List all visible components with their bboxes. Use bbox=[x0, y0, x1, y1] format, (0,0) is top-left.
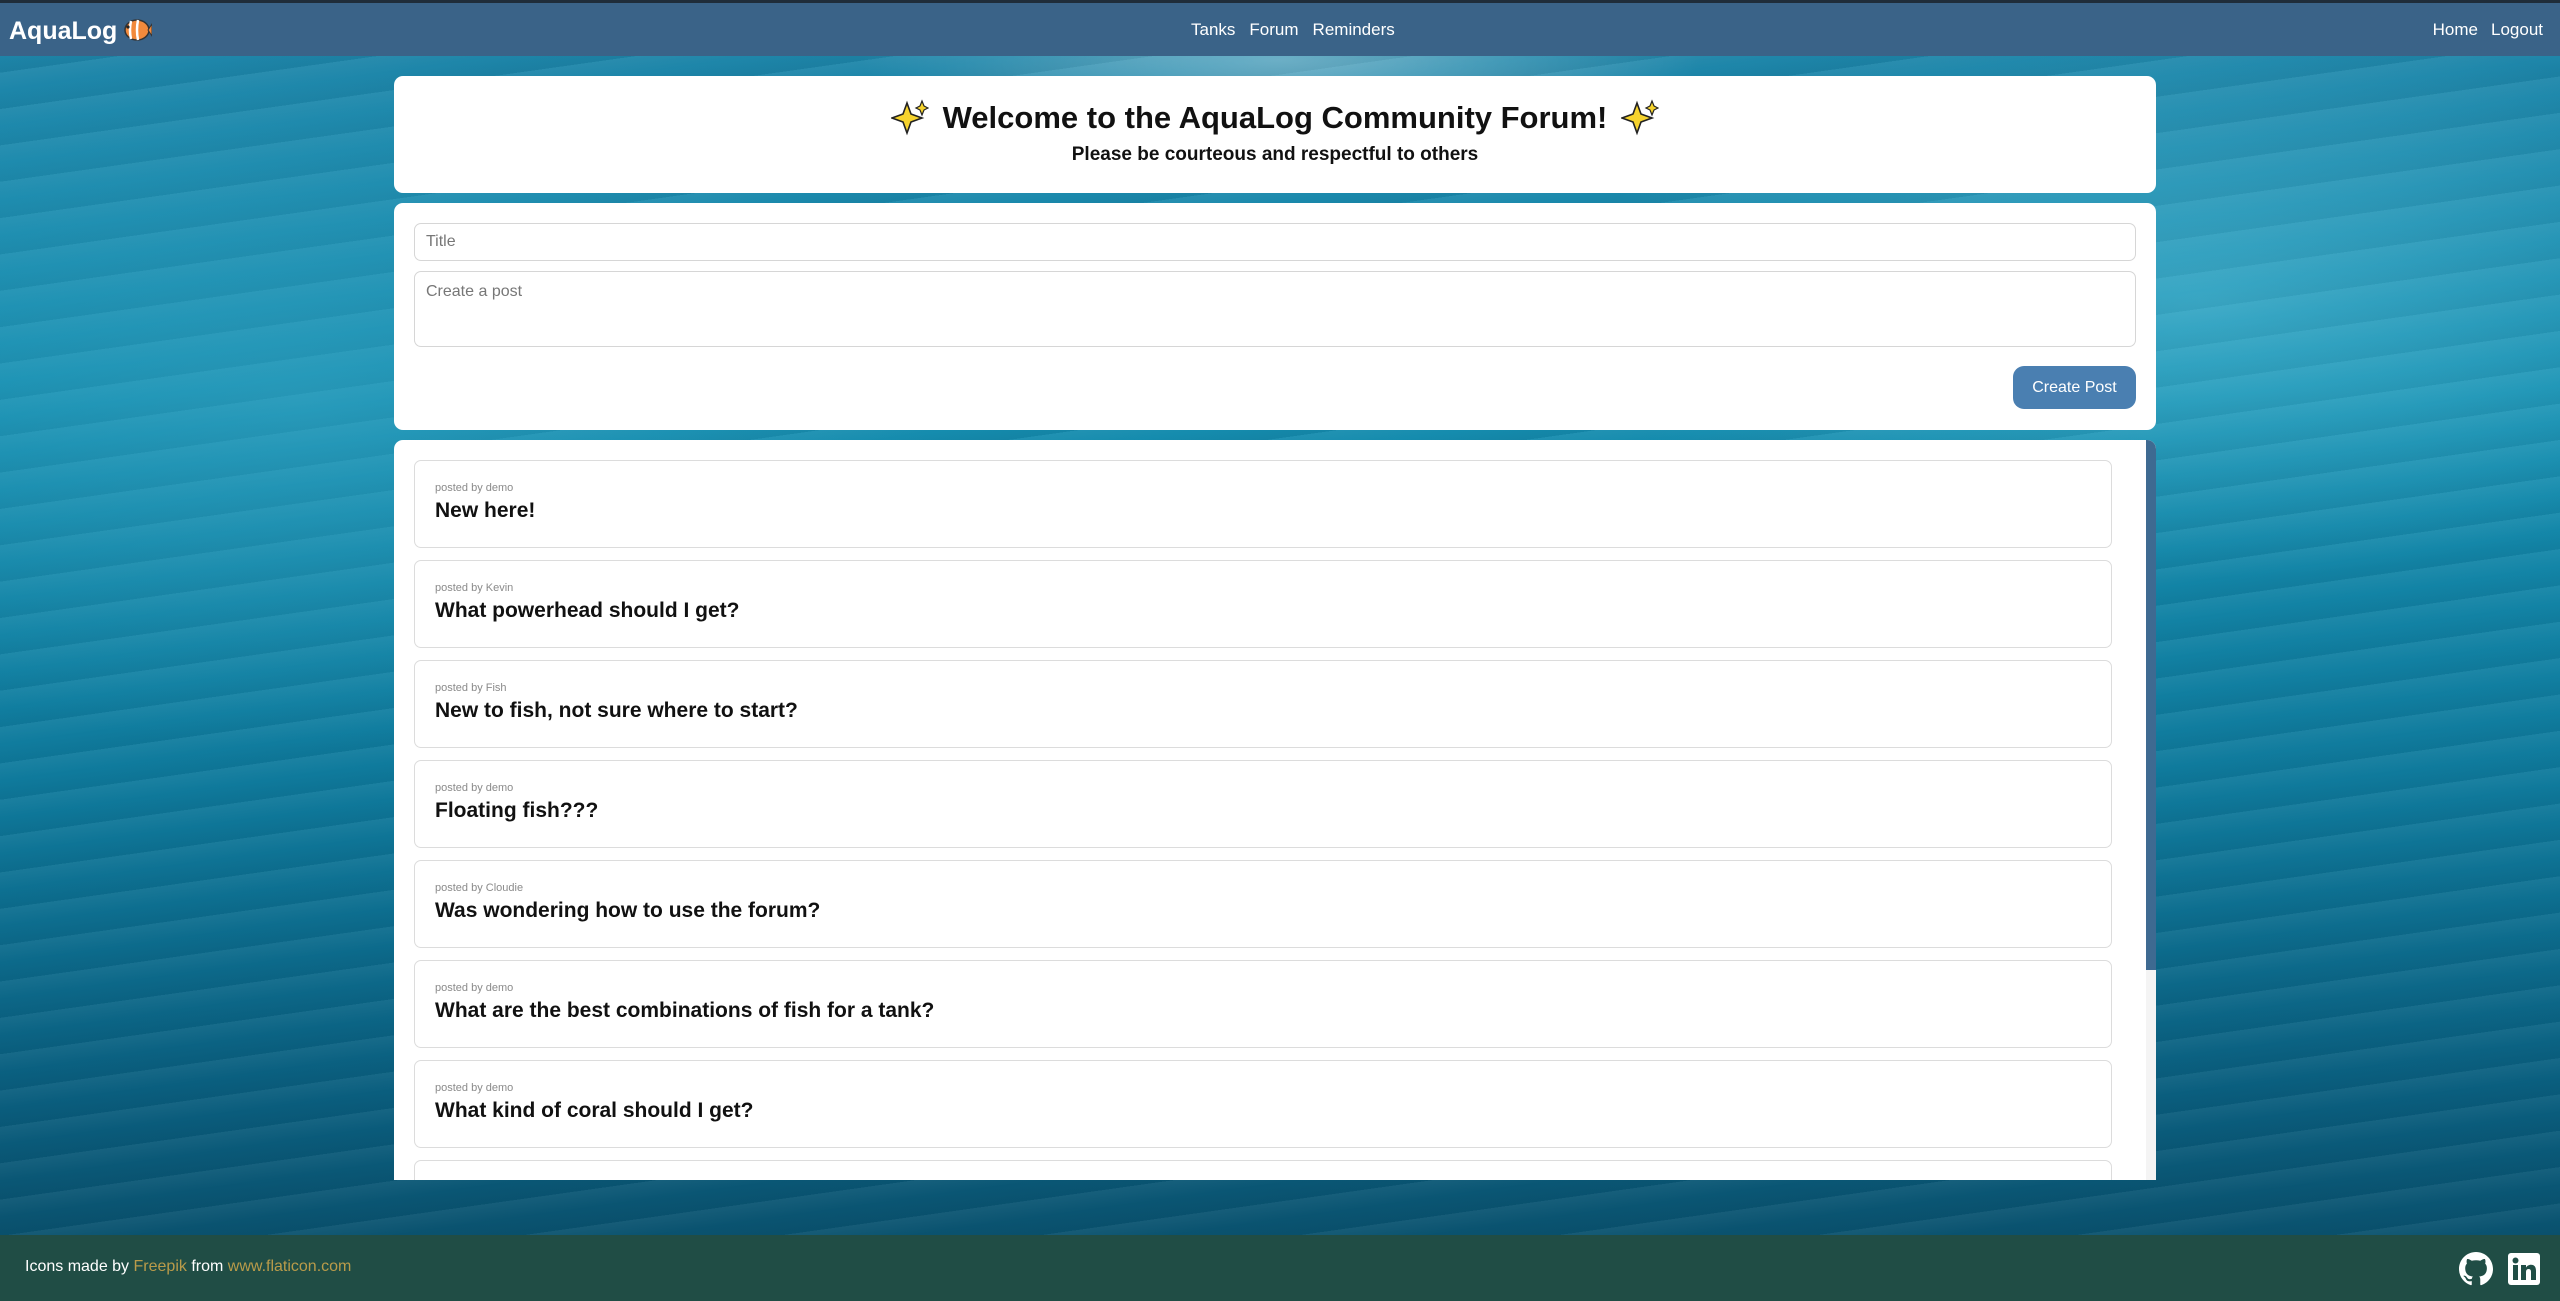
create-post-button[interactable]: Create Post bbox=[2013, 366, 2136, 409]
navbar: AquaLog Tanks Forum Reminders Home Logou… bbox=[0, 0, 2560, 56]
icon-credits: Icons made by Freepik from www.flaticon.… bbox=[25, 1258, 351, 1276]
post-item[interactable] bbox=[414, 1160, 2112, 1180]
post-title: What powerhead should I get? bbox=[435, 599, 740, 622]
scrollbar-thumb[interactable] bbox=[2146, 440, 2156, 970]
post-title: New here! bbox=[435, 499, 536, 522]
brand-logo-text[interactable]: AquaLog bbox=[9, 17, 117, 46]
post-author: posted by demo bbox=[435, 1082, 514, 1094]
welcome-title-row: Welcome to the AquaLog Community Forum! bbox=[394, 99, 2156, 137]
post-item[interactable]: posted by demo What are the best combina… bbox=[414, 960, 2112, 1048]
post-title: What kind of coral should I get? bbox=[435, 1099, 754, 1122]
post-item[interactable]: posted by demo What kind of coral should… bbox=[414, 1060, 2112, 1148]
nav-tanks-link[interactable]: Tanks bbox=[1191, 20, 1235, 40]
sparkles-icon bbox=[1621, 99, 1660, 136]
freepik-link[interactable]: Freepik bbox=[134, 1258, 187, 1275]
post-title-input[interactable] bbox=[414, 223, 2136, 261]
post-author: posted by demo bbox=[435, 982, 514, 994]
welcome-card: Welcome to the AquaLog Community Forum! … bbox=[394, 76, 2156, 193]
post-author: posted by demo bbox=[435, 782, 514, 794]
post-body-textarea[interactable] bbox=[414, 271, 2136, 347]
post-author: posted by Kevin bbox=[435, 582, 514, 594]
post-author: posted by Cloudie bbox=[435, 882, 524, 894]
post-title: Was wondering how to use the forum? bbox=[435, 899, 821, 922]
nav-logout-link[interactable]: Logout bbox=[2491, 20, 2543, 40]
nav-home-link[interactable]: Home bbox=[2433, 20, 2478, 40]
post-title: Floating fish??? bbox=[435, 799, 599, 822]
post-item[interactable]: posted by Kevin What powerhead should I … bbox=[414, 560, 2112, 648]
main-nav: Tanks Forum Reminders bbox=[1191, 20, 1395, 40]
credits-middle: from bbox=[191, 1258, 224, 1275]
post-list-scrollbar[interactable] bbox=[2146, 440, 2156, 1180]
post-title: New to fish, not sure where to start? bbox=[435, 699, 798, 722]
clownfish-icon bbox=[124, 19, 152, 41]
flaticon-link[interactable]: www.flaticon.com bbox=[228, 1258, 352, 1275]
post-author: posted by demo bbox=[435, 482, 514, 494]
post-list[interactable]: posted by demo New here! posted by Kevin… bbox=[414, 460, 2112, 1180]
linkedin-icon[interactable] bbox=[2507, 1252, 2541, 1286]
nav-reminders-link[interactable]: Reminders bbox=[1313, 20, 1395, 40]
credits-prefix: Icons made by bbox=[25, 1258, 130, 1275]
footer: Icons made by Freepik from www.flaticon.… bbox=[0, 1235, 2560, 1301]
github-icon[interactable] bbox=[2459, 1252, 2493, 1286]
post-item[interactable]: posted by demo New here! bbox=[414, 460, 2112, 548]
post-title: What are the best combinations of fish f… bbox=[435, 999, 935, 1022]
post-item[interactable]: posted by demo Floating fish??? bbox=[414, 760, 2112, 848]
posts-panel: posted by demo New here! posted by Kevin… bbox=[394, 440, 2156, 1180]
post-item[interactable]: posted by Fish New to fish, not sure whe… bbox=[414, 660, 2112, 748]
page-subtitle: Please be courteous and respectful to ot… bbox=[1071, 144, 1479, 165]
post-item[interactable]: posted by Cloudie Was wondering how to u… bbox=[414, 860, 2112, 948]
post-author: posted by Fish bbox=[435, 682, 507, 694]
user-nav: Home Logout bbox=[2433, 20, 2543, 40]
page-title: Welcome to the AquaLog Community Forum! bbox=[942, 100, 1608, 135]
post-composer: Create Post bbox=[394, 203, 2156, 430]
sparkles-icon bbox=[890, 99, 929, 136]
nav-forum-link[interactable]: Forum bbox=[1249, 20, 1298, 40]
